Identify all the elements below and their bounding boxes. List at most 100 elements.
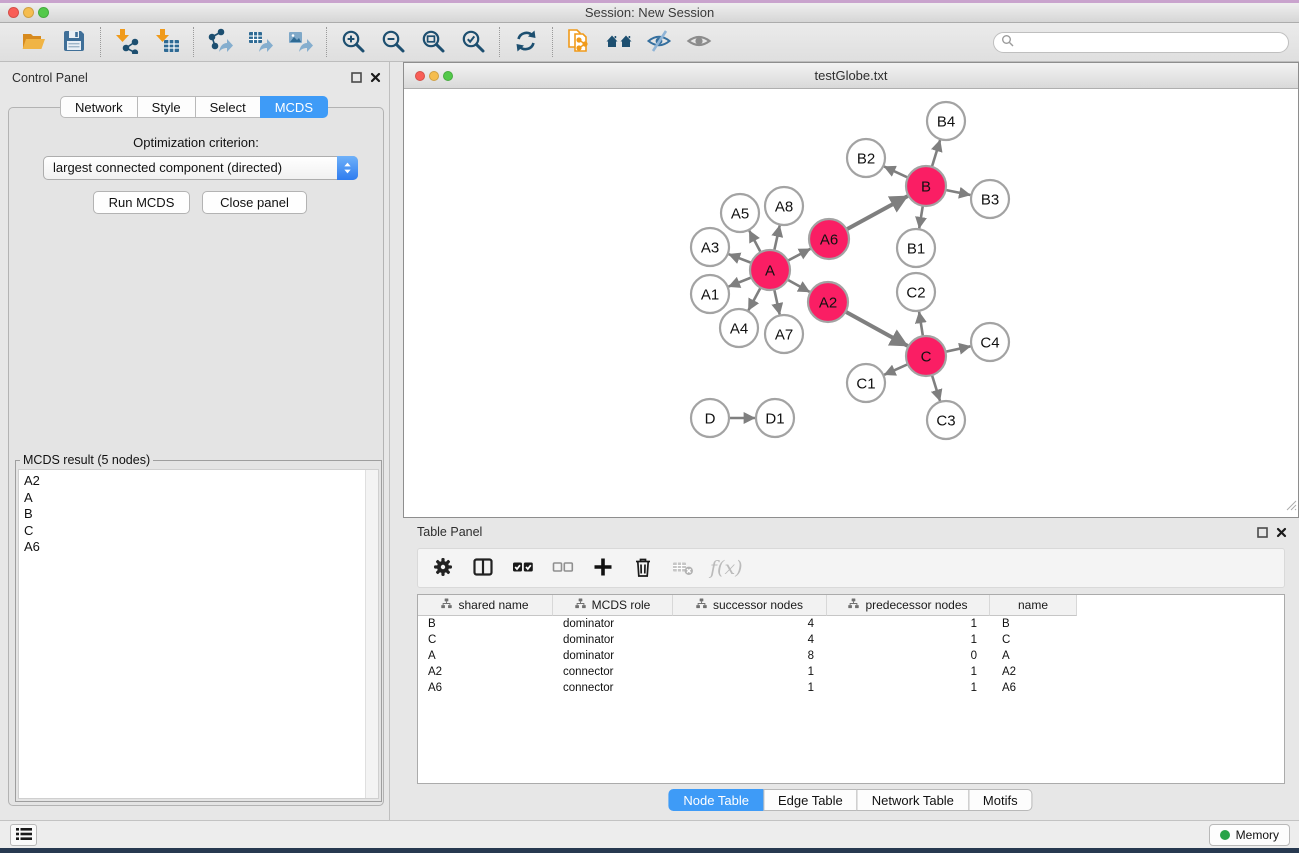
table-cell[interactable]: connector	[553, 664, 673, 680]
search-input[interactable]	[1018, 35, 1288, 51]
mcds-result-list[interactable]: A2ABCA6	[18, 469, 379, 799]
graph-node-A1[interactable]: A1	[691, 275, 729, 313]
tab-mcds[interactable]: MCDS	[260, 96, 328, 118]
result-item[interactable]: A6	[24, 539, 378, 556]
close-panel-icon[interactable]	[1276, 527, 1287, 538]
zoom-fit-button[interactable]	[416, 26, 450, 58]
graph-node-A[interactable]: A	[750, 250, 790, 290]
delete-column-button[interactable]	[628, 554, 658, 582]
tab-network-table[interactable]: Network Table	[857, 789, 969, 811]
zoom-selected-button[interactable]	[456, 26, 490, 58]
table-cell[interactable]: A	[418, 648, 553, 664]
table-row[interactable]: Adominator80A	[418, 648, 1284, 664]
table-cell[interactable]: A2	[418, 664, 553, 680]
zoom-in-button[interactable]	[336, 26, 370, 58]
graph-node-B4[interactable]: B4	[927, 102, 965, 140]
import-table-button[interactable]	[150, 26, 184, 58]
graph-node-D[interactable]: D	[691, 399, 729, 437]
close-panel-icon[interactable]	[370, 72, 381, 83]
add-column-button[interactable]	[588, 554, 618, 582]
tab-network[interactable]: Network	[60, 96, 138, 118]
float-panel-icon[interactable]	[351, 72, 362, 83]
table-cell[interactable]: 4	[673, 616, 827, 632]
table-cell[interactable]: A	[990, 648, 1077, 664]
table-cell[interactable]: A6	[418, 680, 553, 696]
task-history-button[interactable]	[10, 824, 37, 846]
resize-grip-icon[interactable]	[1284, 498, 1297, 516]
result-item[interactable]: A	[24, 490, 378, 507]
table-cell[interactable]: C	[418, 632, 553, 648]
float-panel-icon[interactable]	[1257, 527, 1268, 538]
table-cell[interactable]: dominator	[553, 648, 673, 664]
table-cell[interactable]: 0	[827, 648, 990, 664]
table-row[interactable]: A6connector11A6	[418, 680, 1284, 696]
table-cell[interactable]: 1	[827, 680, 990, 696]
graph-node-A3[interactable]: A3	[691, 228, 729, 266]
table-cell[interactable]: 1	[673, 680, 827, 696]
table-cell[interactable]: dominator	[553, 632, 673, 648]
graph-node-C2[interactable]: C2	[897, 273, 935, 311]
result-item[interactable]: A2	[24, 473, 378, 490]
tab-motifs[interactable]: Motifs	[968, 789, 1033, 811]
import-network-button[interactable]	[110, 26, 144, 58]
export-network-button[interactable]	[203, 26, 237, 58]
table-cell[interactable]: A6	[990, 680, 1077, 696]
graph-node-A4[interactable]: A4	[720, 309, 758, 347]
export-table-button[interactable]	[243, 26, 277, 58]
graph-node-B2[interactable]: B2	[847, 139, 885, 177]
network-canvas[interactable]: B4B2BB3A8A5A6A3B1AC2A1A2A4A7C4CC1DD1C3	[404, 89, 1298, 517]
save-button[interactable]	[57, 26, 91, 58]
result-item[interactable]: B	[24, 506, 378, 523]
graph-node-A7[interactable]: A7	[765, 315, 803, 353]
search-box[interactable]	[993, 32, 1289, 53]
show-eye-button[interactable]	[682, 26, 716, 58]
split-columns-button[interactable]	[468, 554, 498, 582]
houses-button[interactable]	[602, 26, 636, 58]
tab-style[interactable]: Style	[137, 96, 196, 118]
graph-node-D1[interactable]: D1	[756, 399, 794, 437]
table-row[interactable]: Bdominator41B	[418, 616, 1284, 632]
table-cell[interactable]: C	[990, 632, 1077, 648]
graph-node-C3[interactable]: C3	[927, 401, 965, 439]
zoom-out-button[interactable]	[376, 26, 410, 58]
select-all-button[interactable]	[508, 554, 538, 582]
table-cell[interactable]: 1	[827, 664, 990, 680]
gear-button[interactable]	[428, 554, 458, 582]
criterion-dropdown[interactable]: largest connected component (directed)	[43, 156, 358, 180]
tab-edge-table[interactable]: Edge Table	[763, 789, 858, 811]
refresh-button[interactable]	[509, 26, 543, 58]
network-graph[interactable]: B4B2BB3A8A5A6A3B1AC2A1A2A4A7C4CC1DD1C3	[404, 89, 1298, 517]
memory-button[interactable]: Memory	[1209, 824, 1290, 846]
graph-node-C4[interactable]: C4	[971, 323, 1009, 361]
column-header-shared-name[interactable]: shared name	[418, 595, 553, 616]
table-row[interactable]: A2connector11A2	[418, 664, 1284, 680]
graph-node-A5[interactable]: A5	[721, 194, 759, 232]
column-header-name[interactable]: name	[990, 595, 1077, 616]
close-panel-button[interactable]: Close panel	[202, 191, 307, 214]
run-mcds-button[interactable]: Run MCDS	[93, 191, 190, 214]
column-header-MCDS-role[interactable]: MCDS role	[553, 595, 673, 616]
column-header-successor-nodes[interactable]: successor nodes	[673, 595, 827, 616]
export-image-button[interactable]	[283, 26, 317, 58]
table-cell[interactable]: B	[990, 616, 1077, 632]
folder-open-button[interactable]	[17, 26, 51, 58]
hide-graphics-details-button[interactable]	[642, 26, 676, 58]
graph-node-B1[interactable]: B1	[897, 229, 935, 267]
graph-node-C[interactable]: C	[906, 336, 946, 376]
table-cell[interactable]: dominator	[553, 616, 673, 632]
result-item[interactable]: C	[24, 523, 378, 540]
graph-node-B3[interactable]: B3	[971, 180, 1009, 218]
table-cell[interactable]: 1	[673, 664, 827, 680]
table-cell[interactable]: connector	[553, 680, 673, 696]
column-header-predecessor-nodes[interactable]: predecessor nodes	[827, 595, 990, 616]
graph-node-A8[interactable]: A8	[765, 187, 803, 225]
deselect-all-button[interactable]	[548, 554, 578, 582]
table-cell[interactable]: 4	[673, 632, 827, 648]
new-network-from-file-button[interactable]	[562, 26, 596, 58]
table-cell[interactable]: B	[418, 616, 553, 632]
table-cell[interactable]: 1	[827, 616, 990, 632]
result-list-scrollbar[interactable]	[365, 470, 378, 798]
tab-select[interactable]: Select	[195, 96, 261, 118]
graph-node-B[interactable]: B	[906, 166, 946, 206]
tab-node-table[interactable]: Node Table	[668, 789, 764, 811]
